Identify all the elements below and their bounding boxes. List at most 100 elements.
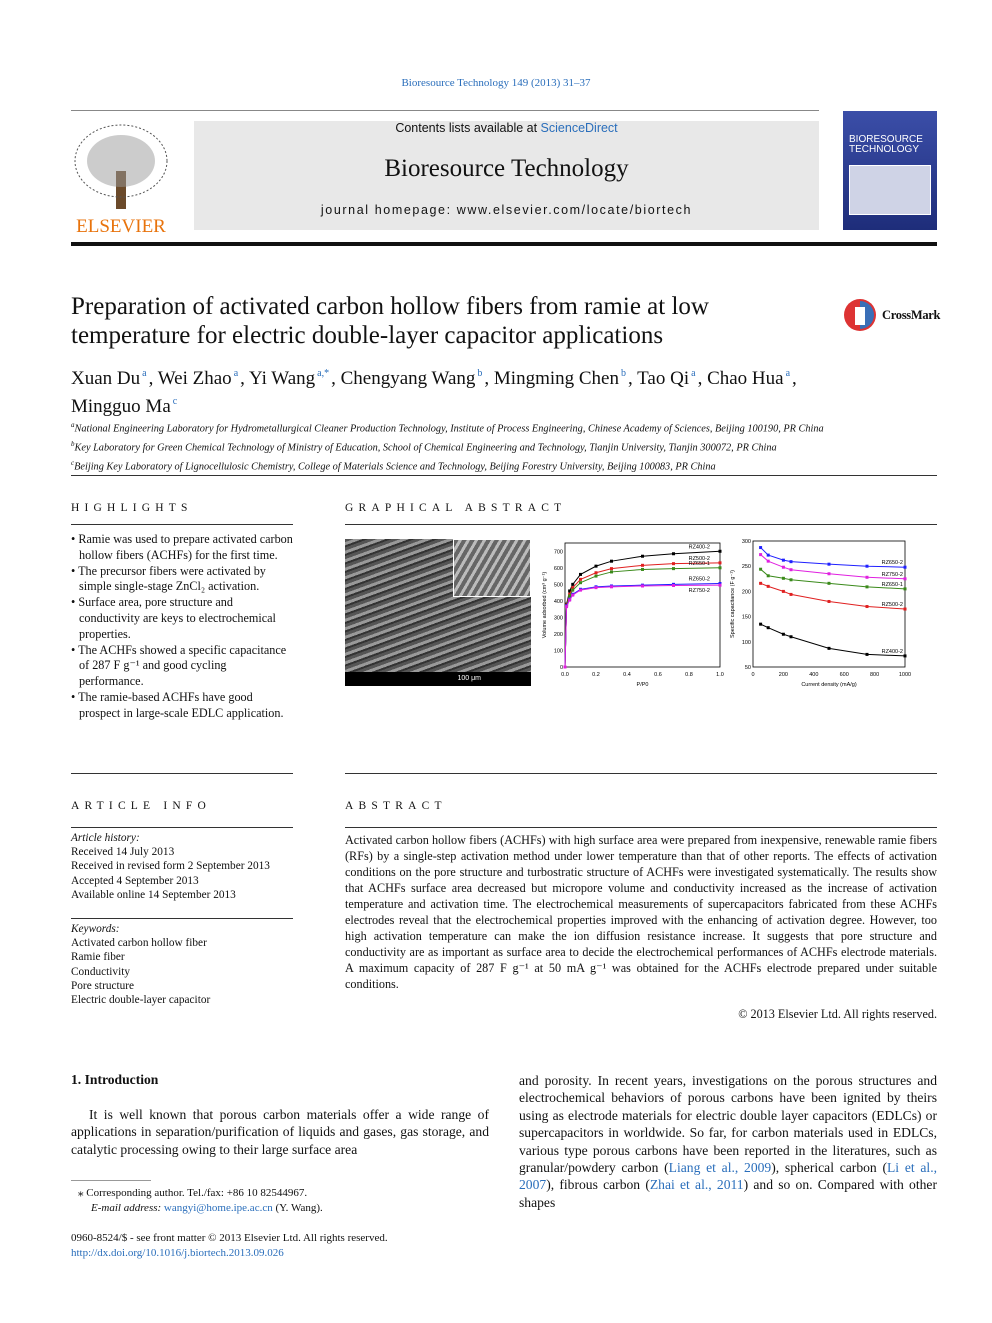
keyword: Pore structure (71, 979, 135, 992)
intro-text: ), spherical carbon ( (771, 1160, 887, 1176)
series-label: RZ750-2 (882, 572, 903, 578)
x-tick-label: 200 (779, 672, 788, 678)
sciencedirect-link[interactable]: ScienceDirect (541, 121, 618, 135)
abstract-text: Activated carbon hollow fibers (ACHFs) w… (345, 833, 937, 991)
x-tick-label: 0 (751, 672, 754, 678)
divider (71, 773, 293, 774)
isotherm-chart: 0.0 0.2 0.4 0.6 0.8 1.0 0 100 200 300 400 500 600 700… (542, 542, 724, 688)
author[interactable]: Chengyang Wang (341, 368, 476, 389)
data-point (565, 605, 569, 609)
citation-link[interactable]: Liang et al., 2009 (669, 1160, 772, 1175)
divider (71, 918, 293, 919)
data-point (827, 562, 831, 566)
journal-reference[interactable]: Bioresource Technology 149 (2013) 31–37 (0, 77, 992, 89)
author[interactable]: Mingming Chen (494, 368, 619, 389)
x-tick-label: 0.2 (592, 672, 600, 678)
series-line (564, 583, 721, 668)
data-point (610, 559, 613, 563)
x-tick-label: 600 (840, 672, 849, 678)
author[interactable]: Wei Zhao (158, 368, 232, 389)
cover-image (849, 165, 931, 215)
keywords-label: Keywords: (71, 923, 120, 935)
data-point (865, 652, 869, 656)
data-point (827, 646, 831, 650)
y-axis-label: Specific capacitance (F g⁻¹) (730, 570, 736, 638)
data-point (718, 561, 722, 565)
affiliation-text: Key Laboratory for Green Chemical Techno… (74, 442, 777, 454)
author-affiliation-mark[interactable]: b (621, 368, 626, 379)
series-label: RZ400-2 (689, 544, 710, 550)
author[interactable]: Tao Qi (637, 368, 689, 389)
contents-text: Contents lists available at (395, 121, 541, 135)
footnote: ⁎ Corresponding author. Tel./fax: +86 10… (78, 1187, 323, 1214)
author[interactable]: Chao Hua (707, 368, 784, 389)
series-label: RZ650-2 (689, 577, 710, 583)
y-tick-label: 500 (554, 582, 563, 588)
y-tick-label: 300 (554, 615, 563, 621)
history-item: Received 14 July 2013 (71, 846, 175, 859)
citation-link[interactable]: Zhai et al., 2011 (650, 1177, 744, 1192)
x-tick-label: 400 (809, 672, 818, 678)
data-point (865, 605, 869, 609)
author-list: Xuan Du a, Wei Zhao a, Yi Wang a,*, Chengya… (71, 368, 797, 417)
author-affiliation-mark[interactable]: a (691, 368, 695, 379)
highlight-item: Ramie was used to prepare activated carb… (71, 532, 293, 564)
y-tick-label: 50 (745, 665, 751, 671)
author-affiliation-mark[interactable]: a (786, 368, 790, 379)
bottom-info: 0960-8524/$ - see front matter © 2013 El… (71, 1231, 571, 1260)
y-tick-label: 400 (554, 599, 563, 605)
data-point (766, 553, 770, 557)
author-affiliation-mark[interactable]: b (477, 368, 482, 379)
author[interactable]: Xuan Du (71, 368, 140, 389)
series-label: RZ500-2 (882, 602, 903, 608)
y-tick-label: 250 (742, 564, 751, 570)
author[interactable]: Yi Wang (249, 368, 315, 389)
y-tick-label: 150 (742, 615, 751, 621)
data-point (865, 564, 869, 568)
data-point (563, 665, 567, 669)
graphical-abstract-heading: GRAPHICAL ABSTRACT (345, 502, 567, 514)
data-point (718, 566, 722, 570)
email-link[interactable]: wangyi@home.ipe.ac.cn (164, 1202, 273, 1214)
data-point (766, 574, 770, 578)
elsevier-logo: ELSEVIER (71, 121, 171, 237)
data-point (672, 562, 675, 566)
series-label: RZ650-2 (882, 560, 903, 566)
journal-homepage[interactable]: journal homepage: www.elsevier.com/locat… (194, 203, 819, 217)
y-tick-label: 0 (560, 665, 563, 671)
series-label: RZ400-2 (882, 649, 903, 655)
data-point (865, 575, 869, 579)
crossmark-icon (844, 299, 876, 331)
y-tick-label: 200 (742, 589, 751, 595)
doi-link[interactable]: http://dx.doi.org/10.1016/j.biortech.201… (71, 1247, 284, 1259)
author-affiliation-mark[interactable]: a (234, 368, 238, 379)
author-affiliation-mark[interactable]: c (173, 396, 177, 407)
data-point (610, 570, 613, 574)
history-label: Article history: (71, 832, 140, 844)
series-label: RZ650-1 (689, 561, 710, 567)
x-tick-label: 0.8 (685, 672, 693, 678)
data-point (579, 572, 582, 576)
affiliation-text: Beijing Key Laboratory of Lignocellulosi… (74, 461, 716, 473)
highlights-heading: HIGHLIGHTS (71, 502, 193, 514)
author-affiliation-mark[interactable]: a,* (317, 368, 329, 379)
data-point (594, 574, 598, 578)
journal-header: Contents lists available at ScienceDirec… (194, 121, 819, 230)
sem-image: 100 μm (345, 539, 531, 686)
data-point (789, 578, 793, 582)
x-axis-label: P/P0 (637, 682, 649, 688)
data-point (571, 593, 575, 597)
data-point (827, 599, 831, 603)
y-tick-label: 100 (742, 640, 751, 646)
data-point (641, 554, 644, 558)
sem-inset-image (453, 539, 531, 597)
data-point (672, 567, 675, 571)
y-axis-label: Volume adsorbed (cm³ g⁻¹) (542, 572, 548, 639)
data-point (789, 560, 793, 564)
author-affiliation-mark[interactable]: a (142, 368, 146, 379)
divider (71, 524, 293, 525)
author[interactable]: Mingguo Ma (71, 396, 171, 417)
data-point (672, 583, 675, 587)
crossmark-button[interactable]: CrossMark (843, 298, 940, 332)
intro-paragraph: It is well known that porous carbon mate… (71, 1107, 489, 1157)
